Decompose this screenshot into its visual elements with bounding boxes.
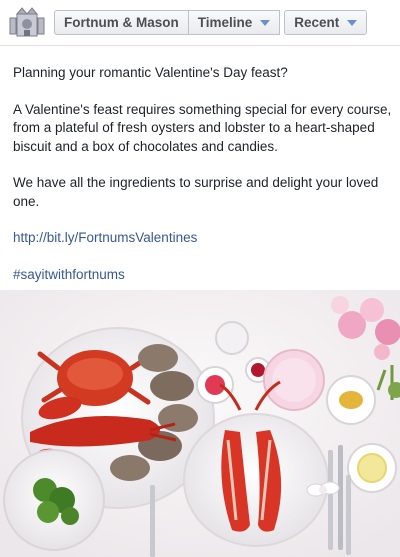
post-delight: We have all the ingredients to surprise … <box>13 175 379 209</box>
page-name-button[interactable]: Fortnum & Mason <box>54 10 189 35</box>
post-heading: Planning your romantic Valentine's Day f… <box>13 65 288 80</box>
feast-photo-illustration <box>0 290 400 557</box>
caret-down-icon <box>260 19 271 26</box>
post-text: Planning your romantic Valentine's Day f… <box>13 64 393 302</box>
recent-dropdown[interactable]: Recent <box>284 10 368 35</box>
ramekin <box>215 321 249 355</box>
hashtag-link[interactable]: #sayitwithfortnums <box>13 267 125 282</box>
post-photo[interactable] <box>0 290 400 557</box>
caret-down-icon <box>347 19 358 26</box>
crest-icon[interactable] <box>8 6 46 40</box>
timeline-label: Timeline <box>197 15 253 30</box>
page-header: Fortnum & Mason Timeline Recent <box>0 0 400 46</box>
timeline-dropdown[interactable]: Timeline <box>188 10 281 35</box>
post-paragraph: A Valentine's feast requires something s… <box>13 101 392 154</box>
header-nav: Fortnum & Mason Timeline Recent <box>54 10 368 35</box>
page-name-label: Fortnum & Mason <box>64 15 179 30</box>
recent-label: Recent <box>294 15 340 30</box>
dinner-plate <box>183 413 329 547</box>
post-link[interactable]: http://bit.ly/FortnumsValentines <box>13 230 197 245</box>
